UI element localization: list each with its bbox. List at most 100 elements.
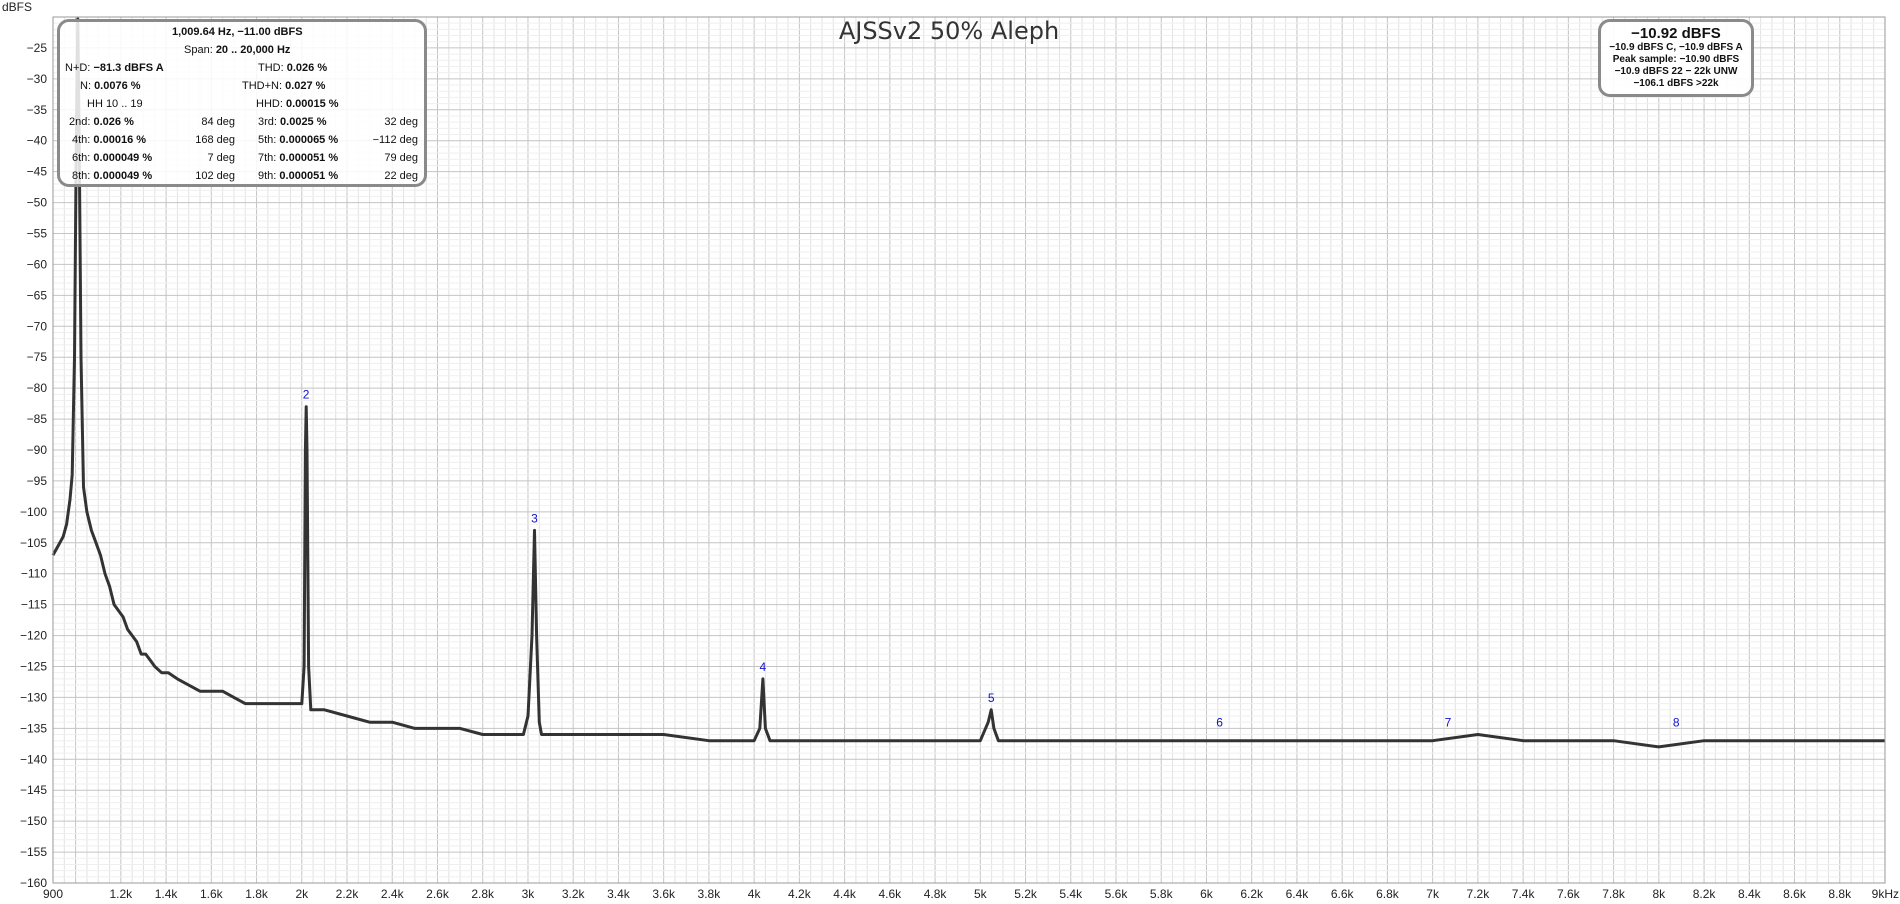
x-tick-label: 900 bbox=[43, 887, 63, 901]
x-tick-label: 1.2k bbox=[110, 887, 134, 901]
x-tick-label: 6.4k bbox=[1286, 887, 1310, 901]
x-tick-label: 3.2k bbox=[562, 887, 586, 901]
y-tick-label: −150 bbox=[20, 814, 47, 828]
y-tick-label: −100 bbox=[20, 505, 47, 519]
y-tick-label: −35 bbox=[27, 103, 48, 117]
x-tick-label: 8.6k bbox=[1783, 887, 1807, 901]
h2-label: 2nd: bbox=[69, 116, 91, 128]
harmonic-marker-2: 2 bbox=[303, 388, 310, 402]
x-tick-label: 3k bbox=[522, 887, 536, 901]
harmonic-marker-5: 5 bbox=[988, 691, 995, 705]
h2-value: 0.026 % bbox=[93, 116, 134, 128]
y-tick-label: −155 bbox=[20, 845, 47, 859]
noise-label: N: bbox=[80, 80, 91, 92]
h8-phase: 102 deg bbox=[195, 170, 235, 182]
h5-value: 0.000065 % bbox=[279, 134, 339, 146]
y-tick-label: −25 bbox=[27, 41, 48, 55]
h4-label: 4th: bbox=[72, 134, 91, 146]
hhd-label: HHD: bbox=[256, 98, 283, 110]
x-tick-label: 2.4k bbox=[381, 887, 405, 901]
y-tick-label: −75 bbox=[27, 350, 48, 364]
x-tick-label: 2.2k bbox=[336, 887, 360, 901]
h4-value: 0.00016 % bbox=[93, 134, 147, 146]
x-tick-label: 1.6k bbox=[200, 887, 224, 901]
x-tick-label: 2.6k bbox=[426, 887, 450, 901]
hh-range-label: HH 10 .. 19 bbox=[87, 98, 143, 110]
x-tick-label: 8k bbox=[1652, 887, 1666, 901]
y-tick-label: −90 bbox=[27, 443, 48, 457]
h9-value: 0.000051 % bbox=[279, 170, 339, 182]
fundamental-readout: 1,009.64 Hz, −11.00 dBFS bbox=[172, 26, 303, 38]
y-tick-label: −110 bbox=[21, 567, 47, 581]
x-tick-label: 6k bbox=[1200, 887, 1214, 901]
h5-label: 5th: bbox=[258, 134, 277, 146]
x-tick-label: 1.4k bbox=[155, 887, 179, 901]
thd-value: 0.026 % bbox=[286, 62, 328, 74]
y-tick-label: −70 bbox=[27, 319, 48, 333]
h3-phase: 32 deg bbox=[384, 116, 418, 128]
harmonic-marker-8: 8 bbox=[1673, 716, 1680, 730]
harmonic-marker-6: 6 bbox=[1216, 716, 1223, 730]
x-tick-label: 4.4k bbox=[833, 887, 857, 901]
h6-label: 6th: bbox=[72, 152, 91, 164]
nd-value: −81.3 dBFS A bbox=[93, 62, 164, 74]
y-tick-label: −125 bbox=[20, 660, 47, 674]
h9-phase: 22 deg bbox=[384, 170, 418, 182]
y-tick-label: −55 bbox=[27, 227, 48, 241]
x-tick-label: 3.6k bbox=[652, 887, 676, 901]
h5-phase: −112 deg bbox=[372, 134, 418, 146]
x-tick-label: 5.8k bbox=[1150, 887, 1174, 901]
x-tick-label: 4.2k bbox=[788, 887, 812, 901]
y-tick-label: −80 bbox=[27, 381, 48, 395]
hhd-value: 0.00015 % bbox=[285, 98, 339, 110]
x-tick-label: 3.8k bbox=[698, 887, 722, 901]
harmonic-marker-3: 3 bbox=[531, 511, 538, 525]
y-tick-label: −130 bbox=[20, 690, 47, 704]
x-tick-label: 7.8k bbox=[1602, 887, 1626, 901]
h2-phase: 84 deg bbox=[201, 116, 235, 128]
x-tick-label: 8.4k bbox=[1738, 887, 1762, 901]
y-tick-label: −135 bbox=[20, 721, 47, 735]
level-panel: −10.92 dBFS −10.9 dBFS C, −10.9 dBFS A P… bbox=[1598, 19, 1754, 97]
y-tick-label: −140 bbox=[20, 752, 47, 766]
level-main: −10.92 dBFS bbox=[1631, 25, 1721, 42]
x-tick-label: 6.6k bbox=[1331, 887, 1355, 901]
h3-label: 3rd: bbox=[258, 116, 277, 128]
x-tick-label: 8.2k bbox=[1693, 887, 1717, 901]
h3-value: 0.0025 % bbox=[280, 116, 327, 128]
x-tick-label: 7.2k bbox=[1467, 887, 1491, 901]
x-tick-label: 5.4k bbox=[1059, 887, 1083, 901]
h4-phase: 168 deg bbox=[195, 134, 235, 146]
x-tick-labels: 900 1.2k 1.4k 1.6k 1.8k 2k 2.2k 2.4k 2.6k 2.8k 3k 3… bbox=[43, 887, 1899, 901]
h6-phase: 7 deg bbox=[207, 152, 235, 164]
span-value: 20 .. 20,000 Hz bbox=[215, 44, 291, 56]
y-tick-labels: −25 −30 −35 −40 −45 −50 −55 −60 −65 −70 −75 −80 −85 −… bbox=[20, 41, 47, 890]
harmonic-marker-4: 4 bbox=[760, 660, 767, 674]
harmonic-marker-7: 7 bbox=[1445, 716, 1452, 730]
y-tick-label: −95 bbox=[27, 474, 48, 488]
level-peak: Peak sample: −10.90 dBFS bbox=[1612, 54, 1740, 65]
x-tick-label: 6.8k bbox=[1376, 887, 1400, 901]
y-tick-label: −120 bbox=[20, 629, 47, 643]
level-weighted: −10.9 dBFS C, −10.9 dBFS A bbox=[1609, 42, 1743, 53]
y-tick-label: −105 bbox=[20, 536, 47, 550]
h7-phase: 79 deg bbox=[384, 152, 418, 164]
x-tick-label: 4.8k bbox=[924, 887, 948, 901]
x-tick-label: 2.8k bbox=[471, 887, 495, 901]
x-tick-label: 5.2k bbox=[1014, 887, 1038, 901]
h7-value: 0.000051 % bbox=[279, 152, 339, 164]
h8-value: 0.000049 % bbox=[93, 170, 153, 182]
span-label: Span: bbox=[184, 44, 213, 56]
y-tick-label: −50 bbox=[27, 196, 48, 210]
x-tick-label: 4k bbox=[748, 887, 762, 901]
chart-title: AJSSv2 50% Aleph bbox=[839, 17, 1059, 45]
h7-label: 7th: bbox=[258, 152, 277, 164]
y-tick-label: −60 bbox=[27, 257, 48, 271]
x-tick-label: 8.8k bbox=[1828, 887, 1852, 901]
y-axis-unit: dBFS bbox=[2, 0, 32, 14]
y-tick-label: −115 bbox=[21, 598, 47, 612]
measurement-panel: 1,009.64 Hz, −11.00 dBFS Span: 20 .. 20,… bbox=[57, 19, 427, 187]
x-tick-label: 2k bbox=[295, 887, 309, 901]
h8-label: 8th: bbox=[72, 170, 91, 182]
nd-label: N+D: bbox=[65, 62, 91, 74]
